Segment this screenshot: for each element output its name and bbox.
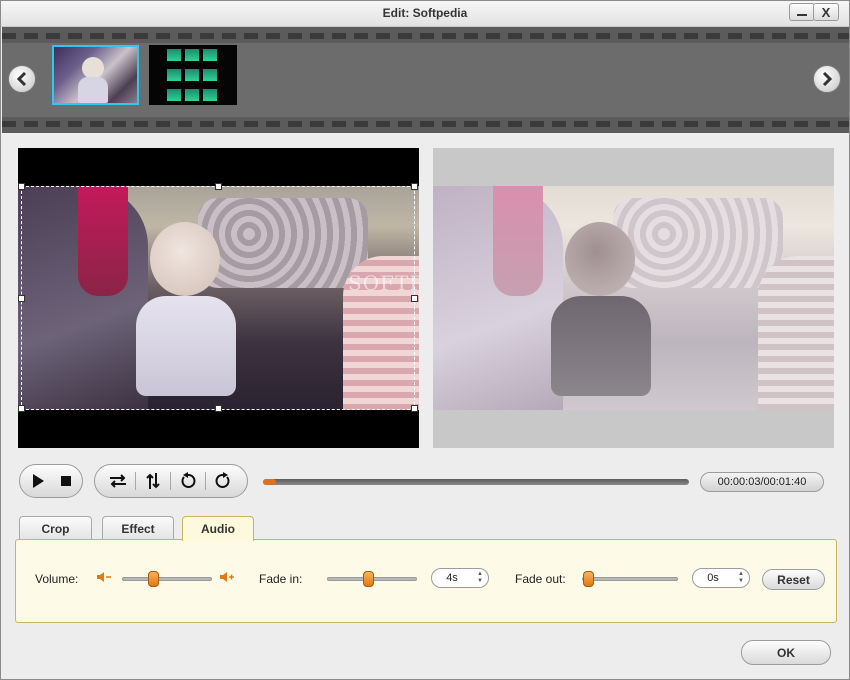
fade-in-spinner[interactable]: 4s ▲ ▼ [431,568,489,588]
thumbnail-frame [185,69,199,81]
next-clip-button[interactable] [813,65,841,93]
transform-controls [94,464,248,498]
play-icon [33,474,44,488]
rotate-right-button[interactable] [206,467,240,495]
speaker-minus-icon [97,572,111,582]
window-title: Edit: Softpedia [382,6,468,20]
crop-rectangle[interactable] [18,183,418,412]
fade-in-slider[interactable] [327,571,417,587]
thumbnail-frame [203,89,217,101]
flip-horizontal-button[interactable] [101,467,135,495]
spin-up-icon[interactable]: ▲ [738,571,744,578]
speaker-plus-icon [220,572,234,582]
timecode-display: 00:00:03/00:01:40 [700,472,824,492]
original-preview[interactable]: SOFTPEDIA [18,148,419,448]
scene-adult [758,256,834,410]
thumbnail-frame [185,49,199,61]
scene-cushion [613,198,783,288]
crop-handle-bottom-right[interactable] [411,405,418,412]
spin-down-icon[interactable]: ▼ [738,578,744,585]
film-perforations-bottom [2,121,849,127]
fade-in-label: Fade in: [259,572,303,586]
tab-effect[interactable]: Effect [102,516,174,540]
video-frame-output [433,186,834,410]
reset-button[interactable]: Reset [762,569,825,590]
fade-out-spinner[interactable]: 0s ▲ ▼ [692,568,750,588]
flip-vertical-button[interactable] [136,467,170,495]
rotate-right-icon [215,472,230,488]
tab-crop[interactable]: Crop [19,516,92,540]
fade-out-slider-thumb[interactable] [583,571,594,587]
crop-handle-top-left[interactable] [18,183,25,190]
rotate-left-button[interactable] [171,467,205,495]
volume-down-icon[interactable] [96,571,112,586]
fade-in-slider-thumb[interactable] [362,571,374,587]
clip-filmstrip [2,27,849,133]
thumbnail-frame [167,89,181,101]
stop-icon [61,476,71,486]
progress-fill [263,479,276,485]
thumbnail-figure [82,57,104,79]
thumbnail-frame [185,89,199,101]
film-perforations-top [2,33,849,39]
tab-audio[interactable]: Audio [182,516,254,541]
volume-label: Volume: [35,572,79,586]
crop-handle-top[interactable] [215,183,222,190]
rotate-left-icon [181,472,196,488]
fade-out-label: Fade out: [515,572,566,586]
crop-handle-right[interactable] [411,295,418,302]
thumbnail-frame [203,49,217,61]
spinner-arrows[interactable]: ▲ ▼ [474,571,486,585]
minimize-icon [797,14,807,16]
chevron-left-icon [16,72,27,86]
flip-vertical-icon [146,473,160,489]
flip-horizontal-icon [110,474,126,488]
volume-up-icon[interactable] [219,571,235,586]
fade-out-value: 0s [707,572,719,584]
title-bar[interactable]: Edit: Softpedia X [1,1,849,27]
stop-button[interactable] [52,467,80,495]
previous-clip-button[interactable] [8,65,36,93]
close-button[interactable]: X [813,3,839,21]
output-preview [433,148,834,448]
minimize-button[interactable] [789,3,815,21]
ok-button[interactable]: OK [741,640,831,665]
thumbnail-frame [167,49,181,61]
clip-thumbnail-selected[interactable] [52,45,139,105]
crop-handle-bottom[interactable] [215,405,222,412]
playback-progress-slider[interactable] [263,479,689,485]
fade-out-slider[interactable] [582,571,678,587]
thumbnail-figure-body [78,77,108,103]
volume-slider[interactable] [122,571,212,587]
thumbnail-frame [167,69,181,81]
thumbnail-frame [203,69,217,81]
edit-window: Edit: Softpedia X SOFTP 00:00:03/00:01:4… [0,0,850,680]
fade-in-value: 4s [446,572,458,584]
clip-thumbnail[interactable] [149,45,237,105]
spin-down-icon[interactable]: ▼ [477,578,483,585]
spin-up-icon[interactable]: ▲ [477,571,483,578]
chevron-right-icon [822,72,833,86]
close-icon: X [821,4,831,20]
spinner-arrows[interactable]: ▲ ▼ [735,571,747,585]
playback-controls [19,464,83,498]
audio-panel: Volume: Fade in: 4s ▲ ▼ Fade out: 0s ▲ ▼ R… [15,539,837,623]
crop-handle-bottom-left[interactable] [18,405,25,412]
scene-cloth [493,186,543,296]
crop-handle-top-right[interactable] [411,183,418,190]
scene-child-body [551,296,651,396]
volume-slider-thumb[interactable] [148,571,160,587]
play-button[interactable] [24,467,52,495]
crop-handle-left[interactable] [18,295,25,302]
scene-child-head [565,222,635,296]
